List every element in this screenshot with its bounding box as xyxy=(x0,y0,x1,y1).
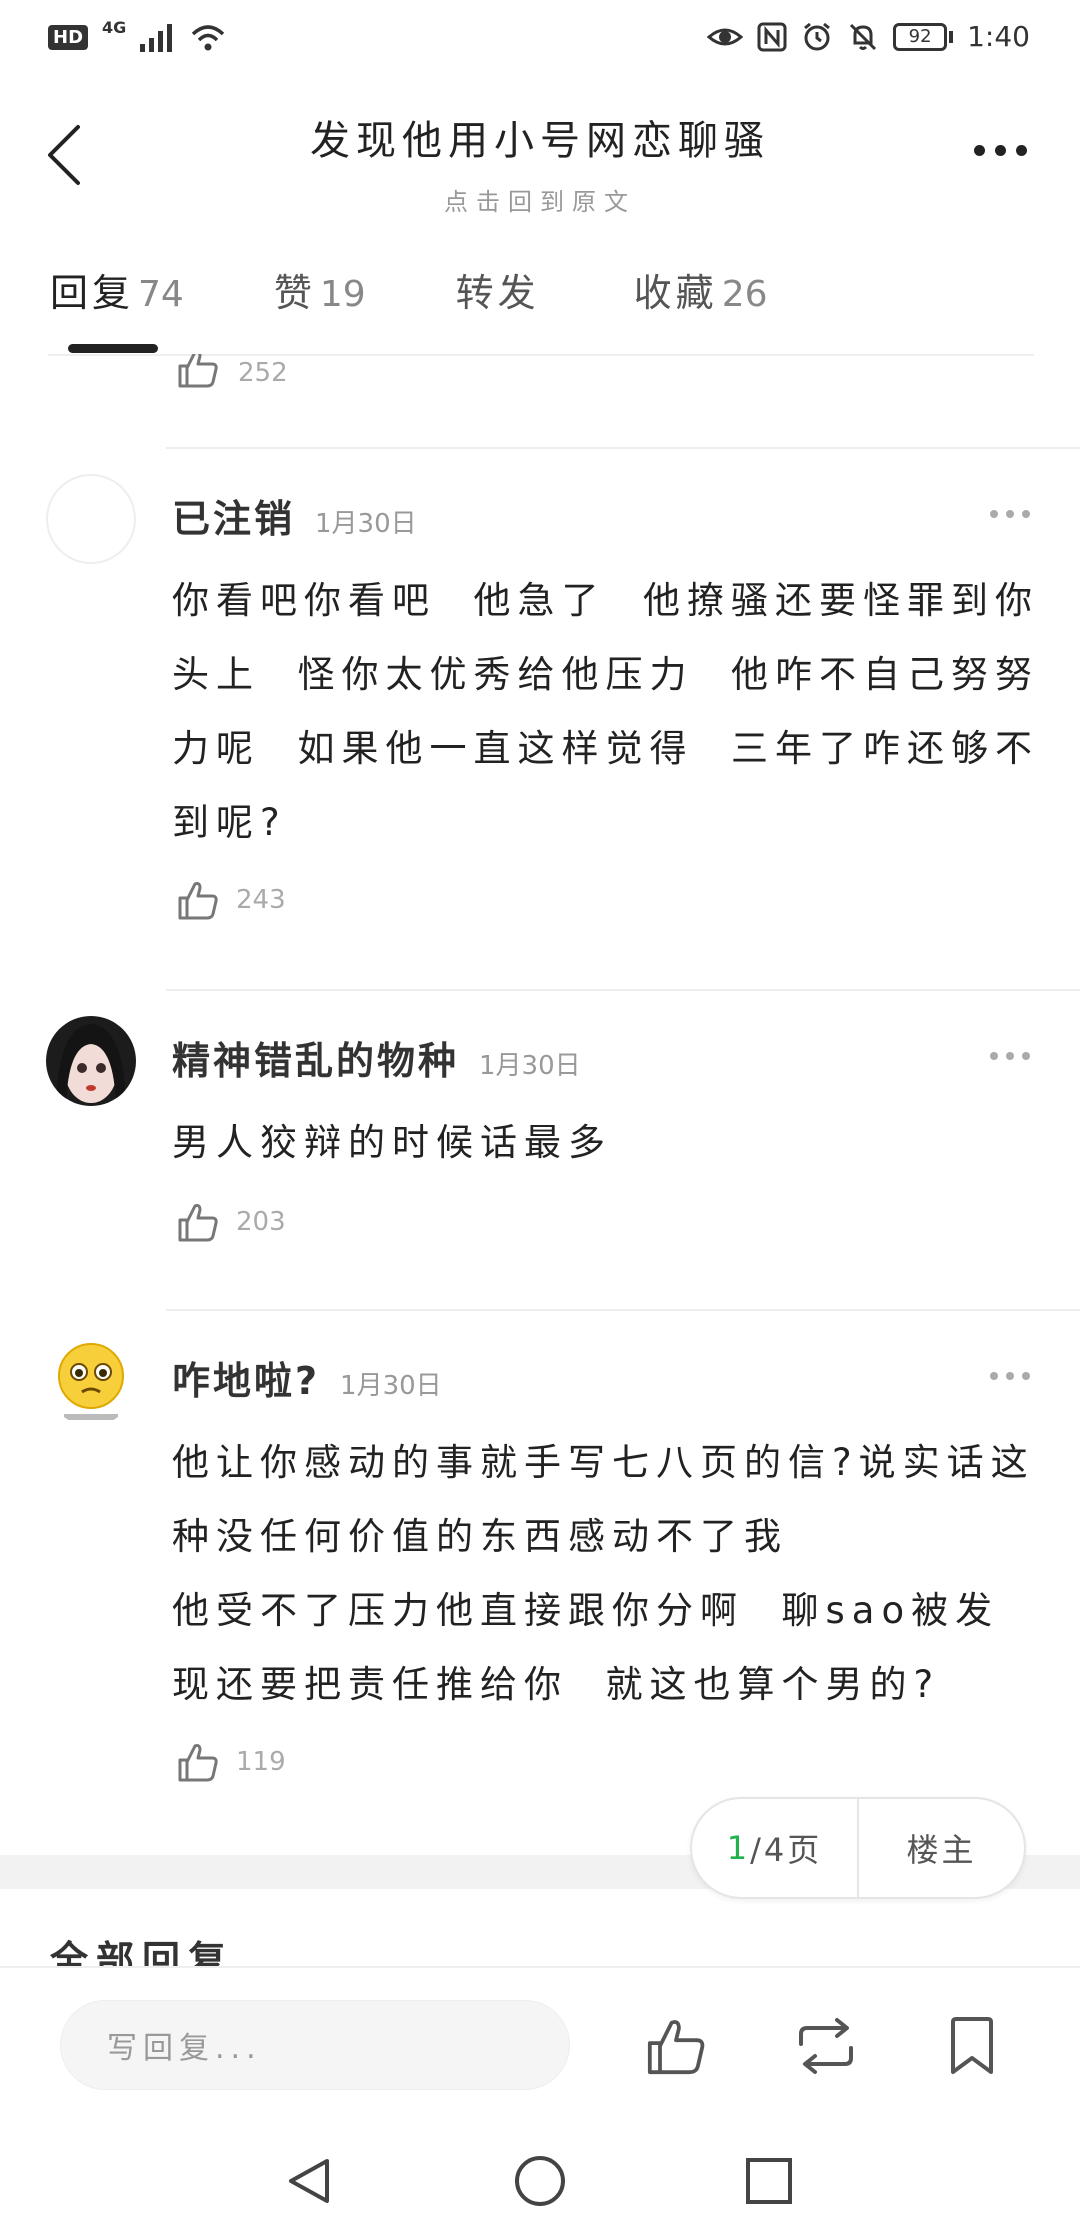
square-recents-icon xyxy=(746,2158,792,2204)
post-title[interactable]: 发现他用小号网恋聊骚 xyxy=(200,108,880,166)
tab-likes[interactable]: 赞 19 xyxy=(274,262,366,317)
bottom-action-bar: 写回复... xyxy=(0,1966,1080,2116)
battery-icon: 92 xyxy=(893,22,954,51)
current-page: 1 xyxy=(726,1829,751,1867)
hd-badge: HD xyxy=(48,24,89,50)
comment-date: 1月30日 xyxy=(479,1051,581,1081)
reply-input[interactable]: 写回复... xyxy=(60,2000,570,2090)
circle-home-icon xyxy=(515,2156,565,2206)
nav-back-button[interactable] xyxy=(274,2146,344,2216)
tab-reposts[interactable]: 转发 xyxy=(456,262,544,317)
like-count: 243 xyxy=(236,885,286,915)
nfc-icon xyxy=(757,22,787,51)
comment-text: 他让你感动的事就手写七八页的信?说实话这种没任何价值的东西感动不了我 他受不了压… xyxy=(172,1441,1035,1706)
page-indicator-button[interactable]: 1/4页 xyxy=(692,1799,857,1897)
chevron-left-icon xyxy=(48,125,80,185)
like-count: 252 xyxy=(238,358,288,388)
divider xyxy=(166,447,1080,449)
tab-bar: 回复 74 赞 19 转发 收藏 26 xyxy=(50,262,858,317)
alarm-icon xyxy=(804,22,831,50)
like-button[interactable]: 203 xyxy=(176,1200,286,1244)
thumbs-up-icon xyxy=(178,1744,218,1782)
thumbs-up-icon xyxy=(178,354,218,388)
avatar-image xyxy=(46,1336,136,1426)
title-area[interactable]: 发现他用小号网恋聊骚 点击回到原文 xyxy=(200,108,880,217)
divider xyxy=(166,989,1080,991)
avatar-image xyxy=(46,1016,136,1106)
comment-date: 1月30日 xyxy=(315,509,417,539)
like-count: 203 xyxy=(236,1207,286,1237)
like-row-partial[interactable]: 252 xyxy=(176,354,288,390)
triangle-back-icon xyxy=(289,2159,329,2203)
active-tab-indicator xyxy=(68,344,158,353)
thumbs-up-icon xyxy=(178,882,218,920)
comment-text: 你看吧你看吧 他急了 他撩骚还要怪罪到你头上 怪你太优秀给他压力 他咋不自己努努… xyxy=(172,579,1040,844)
tab-favorites[interactable]: 收藏 26 xyxy=(634,262,768,317)
wifi-icon xyxy=(192,25,225,51)
comment-author[interactable]: 精神错乱的物种 xyxy=(172,1030,459,1085)
eye-comfort-icon xyxy=(707,28,744,45)
more-options-button[interactable] xyxy=(960,130,1040,170)
avatar[interactable] xyxy=(46,474,136,564)
comment-text: 男人狡辩的时候话最多 xyxy=(172,1121,612,1164)
mute-icon xyxy=(850,23,877,50)
thumbs-up-icon xyxy=(178,1204,218,1242)
comment-more-button[interactable] xyxy=(990,1372,1030,1380)
thumbs-up-icon xyxy=(647,2020,705,2075)
bookmark-icon xyxy=(951,2017,993,2074)
nav-home-button[interactable] xyxy=(505,2146,575,2216)
like-count: 119 xyxy=(236,1747,286,1777)
op-only-button[interactable]: 楼主 xyxy=(857,1799,1024,1897)
all-replies-header: 全部回复 xyxy=(0,1889,1080,1966)
back-to-post-link[interactable]: 点击回到原文 xyxy=(200,182,880,217)
total-pages: /4页 xyxy=(750,1831,823,1869)
system-nav-bar xyxy=(0,2116,1080,2240)
like-button[interactable]: 119 xyxy=(176,1740,286,1784)
comment-author[interactable]: 已注销 xyxy=(172,488,295,543)
comment-author[interactable]: 咋地啦? xyxy=(172,1350,320,1405)
avatar[interactable] xyxy=(46,1016,136,1106)
battery-level: 92 xyxy=(893,22,948,51)
bookmark-button[interactable] xyxy=(934,2008,1010,2084)
page-navigator: 1/4页 楼主 xyxy=(690,1797,1026,1899)
clock: 1:40 xyxy=(967,20,1030,53)
divider xyxy=(166,1309,1080,1311)
avatar[interactable] xyxy=(46,1336,136,1426)
back-button[interactable] xyxy=(34,115,94,195)
network-type: 4G xyxy=(102,17,127,37)
comment-more-button[interactable] xyxy=(990,1052,1030,1060)
signal-icon xyxy=(140,24,173,52)
comment-more-button[interactable] xyxy=(990,510,1030,518)
nav-recents-button[interactable] xyxy=(734,2146,804,2216)
repost-icon xyxy=(799,2018,853,2074)
repost-button[interactable] xyxy=(788,2008,864,2084)
comment-date: 1月30日 xyxy=(340,1371,442,1401)
like-button[interactable]: 243 xyxy=(176,878,286,922)
status-bar: HD 4G 92 1:40 xyxy=(0,0,1080,80)
reply-placeholder: 写回复... xyxy=(107,2031,262,2066)
like-post-button[interactable] xyxy=(638,2008,714,2084)
tab-replies[interactable]: 回复 74 xyxy=(50,262,184,317)
all-replies-title: 全部回复 xyxy=(50,1938,235,1966)
